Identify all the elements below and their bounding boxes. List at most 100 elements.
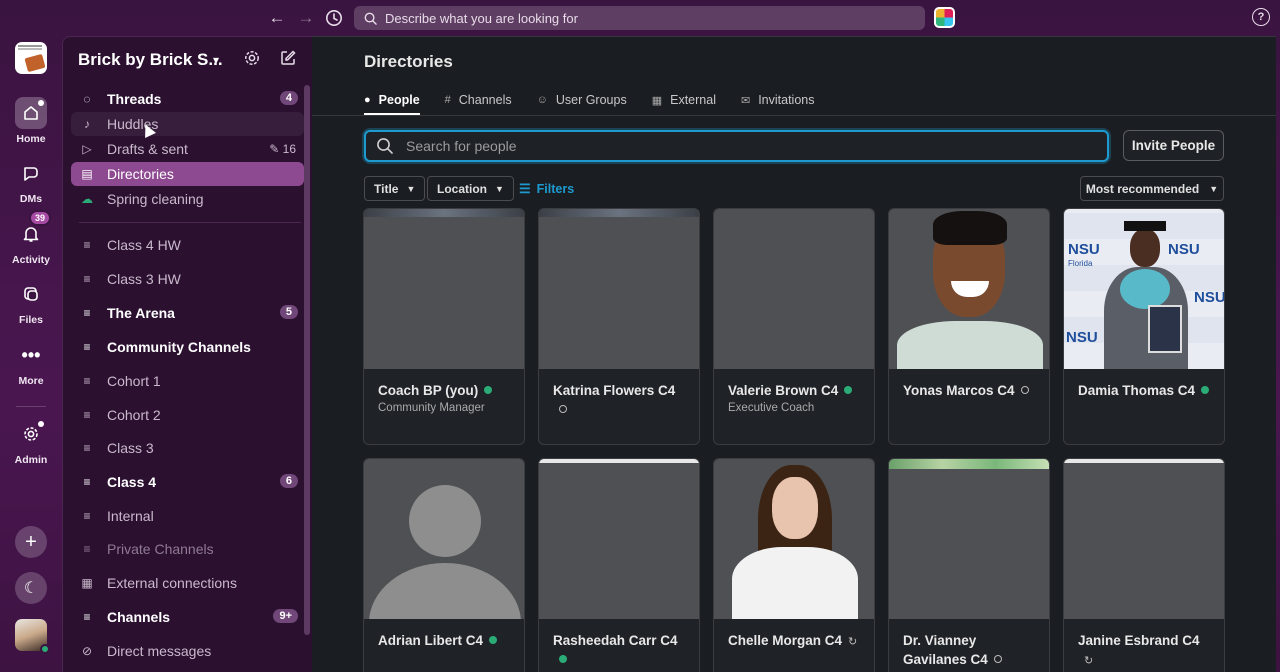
person-card[interactable]: Rasheedah Carr C4	[538, 458, 700, 672]
rail-divider	[16, 406, 46, 407]
profile-photo	[889, 459, 1049, 619]
chevron-down-icon[interactable]: ▾	[213, 53, 219, 67]
sidebar-item-direct-messages[interactable]: ⊘ Direct messages	[71, 639, 304, 663]
list-icon: ≡	[83, 509, 91, 523]
person-card[interactable]: Katrina Flowers C4	[538, 208, 700, 445]
sidebar-item-community-channels[interactable]: ≡ Community Channels	[71, 335, 304, 359]
threads-badge: 4	[279, 91, 298, 105]
sidebar-item-class3hw[interactable]: ≡ Class 3 HW	[71, 267, 304, 291]
profile-photo	[1064, 459, 1224, 619]
person-card[interactable]: Adrian Libert C4	[363, 458, 525, 672]
sidebar-item-label: Cohort 1	[107, 373, 161, 389]
compose-icon[interactable]	[279, 49, 297, 72]
sidebar-item-private-channels[interactable]: ≡ Private Channels	[71, 537, 304, 561]
headphones-icon: ♪	[84, 117, 90, 131]
sidebar-item-spring-cleaning[interactable]: ☁ Spring cleaning	[71, 187, 304, 211]
help-icon[interactable]: ?	[1252, 8, 1270, 26]
tab-external[interactable]: ▦ External	[652, 85, 716, 115]
profile-photo	[539, 459, 699, 619]
sidebar-item-huddles[interactable]: ♪ Huddles	[71, 112, 304, 136]
person-card[interactable]: Dr. Vianney Gavilanes C4	[888, 458, 1050, 672]
hash-icon: #	[444, 94, 451, 106]
sidebar-item-threads[interactable]: ◌ Threads 4	[71, 87, 304, 111]
moon-icon[interactable]: ☾	[15, 572, 47, 604]
person-name: Yonas Marcos C4	[903, 381, 1039, 400]
app-launcher-icon[interactable]	[934, 7, 955, 28]
rail-admin[interactable]: Admin	[0, 418, 62, 466]
online-status-dot	[559, 655, 567, 663]
person-name: Janine Esbrand C4↻	[1078, 631, 1214, 671]
tab-invitations[interactable]: ✉ Invitations	[741, 85, 815, 115]
person-card[interactable]: Valerie Brown C4 Executive Coach	[713, 208, 875, 445]
person-title: Executive Coach	[728, 402, 815, 414]
list-icon: ≡	[83, 272, 91, 286]
profile-photo	[364, 459, 524, 619]
rail-dms-label: DMs	[19, 193, 43, 205]
tab-user-groups[interactable]: ☺ User Groups	[537, 85, 627, 115]
sort-dropdown[interactable]: Most recommended ▼	[1080, 176, 1224, 201]
title-filter-button[interactable]: Title ▼	[364, 176, 426, 201]
search-icon	[364, 12, 377, 25]
page-title: Directories	[364, 52, 453, 71]
workspace-name[interactable]: Brick by Brick S...	[78, 50, 223, 70]
rail-dms[interactable]: DMs	[0, 157, 62, 205]
channels-badge: 9+	[273, 609, 298, 623]
sidebar-item-label: Cohort 2	[107, 407, 161, 423]
sidebar-item-the-arena[interactable]: ≡ The Arena 5	[71, 301, 304, 325]
person-name: Valerie Brown C4	[728, 381, 864, 400]
rail-activity[interactable]: 39 Activity	[0, 210, 62, 266]
list-icon: ≡	[83, 610, 91, 624]
history-icon[interactable]	[324, 8, 344, 28]
person-card[interactable]: Coach BP (you) Community Manager	[363, 208, 525, 445]
away-status-dot	[1020, 386, 1029, 394]
workspace-logo[interactable]	[15, 42, 47, 74]
rail-activity-label: Activity	[12, 254, 50, 266]
person-name: Rasheedah Carr C4	[553, 631, 689, 669]
threads-icon: ◌	[83, 92, 91, 106]
location-filter-button[interactable]: Location ▼	[427, 176, 514, 201]
filters-button[interactable]: ☰ Filters	[519, 181, 574, 197]
people-search-input[interactable]	[406, 138, 1006, 154]
home-icon	[15, 97, 47, 129]
global-search-bar[interactable]: Describe what you are looking for	[354, 6, 925, 30]
sidebar-item-external-connections[interactable]: ▦ External connections	[71, 571, 304, 595]
sidebar-item-class3[interactable]: ≡ Class 3	[71, 436, 304, 460]
person-card[interactable]: Yonas Marcos C4	[888, 208, 1050, 445]
channel-sidebar: Brick by Brick S... ▾ ◌ Threads 4 ♪ Hudd…	[62, 36, 312, 672]
person-card[interactable]: NSU NSU NSU NSU Florida Damia Thomas C4	[1063, 208, 1225, 445]
sidebar-item-class4hw[interactable]: ≡ Class 4 HW	[71, 233, 304, 257]
rail-home[interactable]: Home	[0, 97, 62, 145]
sidebar-item-channels[interactable]: ≡ Channels 9+	[71, 605, 304, 629]
sidebar-item-label: Class 3	[107, 440, 154, 456]
sidebar-item-internal[interactable]: ≡ Internal	[71, 504, 304, 528]
arena-badge: 5	[279, 305, 298, 319]
user-avatar[interactable]	[15, 619, 50, 654]
away-status-dot	[993, 655, 1002, 663]
sync-status-icon: ↻	[848, 636, 858, 648]
tab-people[interactable]: ● People	[364, 85, 420, 115]
invite-people-button[interactable]: Invite People	[1123, 130, 1224, 161]
files-icon	[15, 278, 47, 310]
search-icon	[377, 138, 393, 154]
forward-arrow-icon[interactable]: →	[296, 8, 316, 28]
person-card[interactable]: Chelle Morgan C4 ↻	[713, 458, 875, 672]
rail-more[interactable]: ••• More	[0, 339, 62, 388]
person-card[interactable]: Janine Esbrand C4↻	[1063, 458, 1225, 672]
sidebar-scrollbar[interactable]	[304, 85, 310, 635]
sidebar-item-drafts[interactable]: ▷ Drafts & sent ✎ 16	[71, 137, 304, 161]
rail-more-label: More	[18, 375, 44, 387]
sync-status-icon: ↻	[1084, 655, 1094, 667]
online-status-dot	[844, 386, 853, 394]
settings-icon[interactable]	[243, 49, 261, 72]
tab-channels[interactable]: # Channels	[445, 85, 512, 115]
sidebar-item-cohort1[interactable]: ≡ Cohort 1	[71, 369, 304, 393]
back-arrow-icon[interactable]: ←	[267, 8, 287, 28]
sidebar-item-label: Spring cleaning	[107, 191, 204, 207]
sidebar-item-directories[interactable]: ▤ Directories	[71, 162, 304, 186]
profile-photo: NSU NSU NSU NSU Florida	[1064, 209, 1224, 369]
add-workspace-icon[interactable]: +	[15, 526, 47, 558]
sidebar-item-class4[interactable]: ≡ Class 4 6	[71, 470, 304, 494]
rail-files[interactable]: Files	[0, 278, 62, 326]
sidebar-item-cohort2[interactable]: ≡ Cohort 2	[71, 403, 304, 427]
person-name: Coach BP (you)	[378, 381, 514, 400]
